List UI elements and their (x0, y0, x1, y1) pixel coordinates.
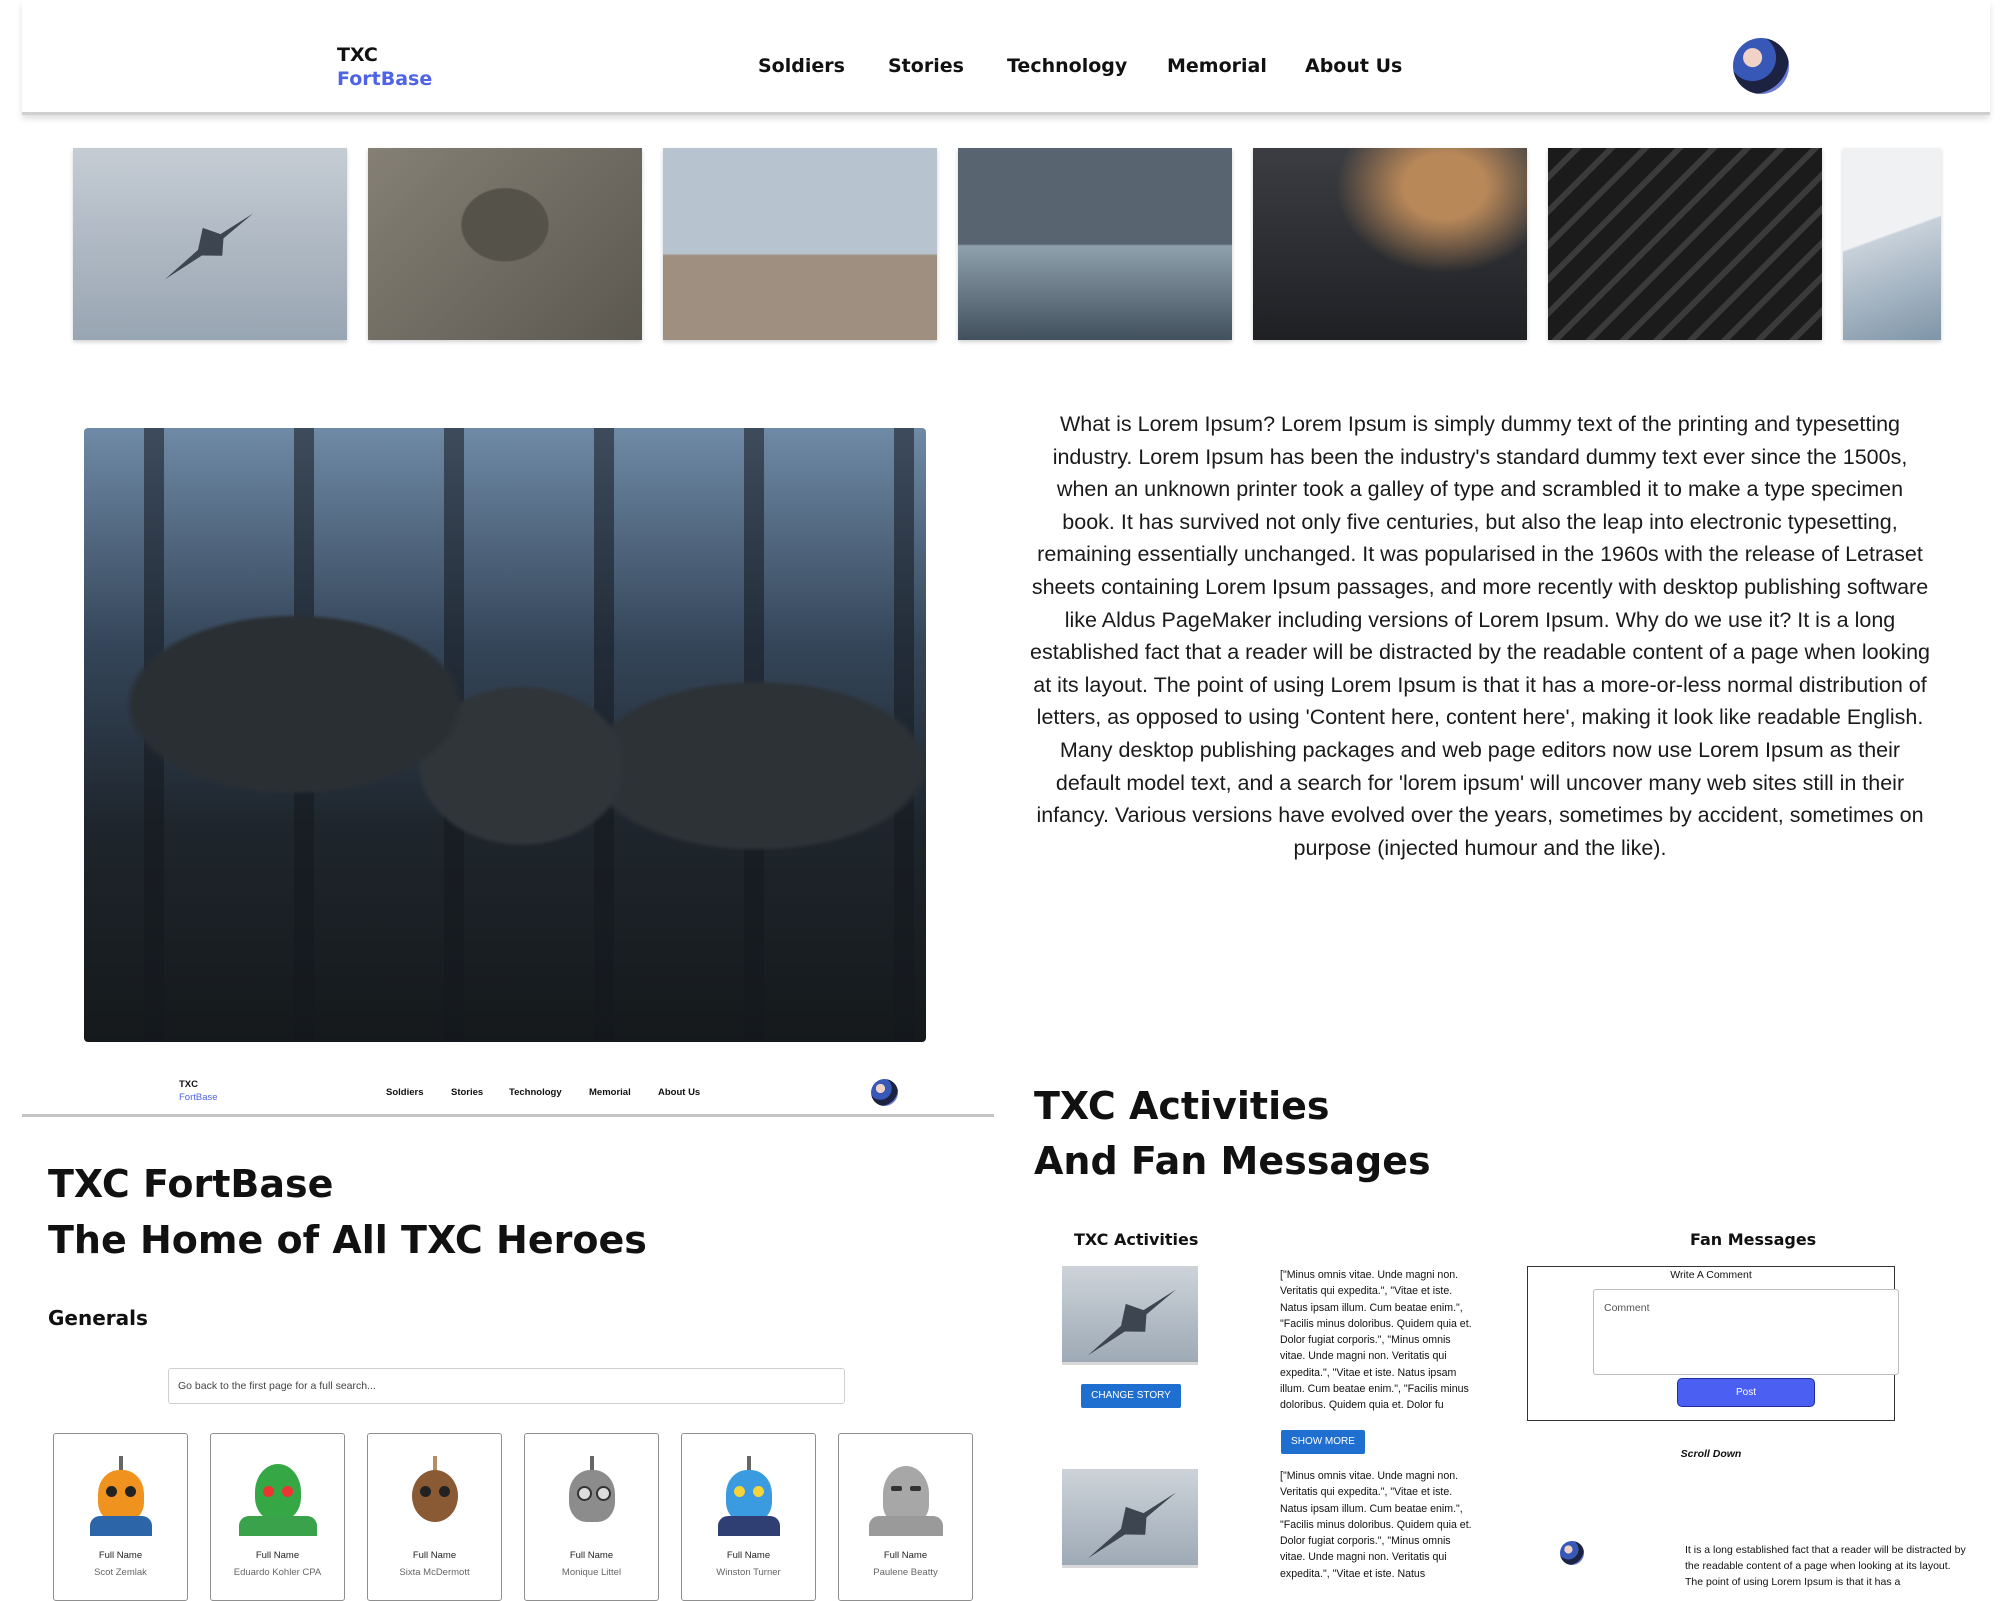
nav-technology[interactable]: Technology (1007, 55, 1127, 77)
general-card[interactable]: Full Name Scot Zemlak (53, 1433, 188, 1601)
activities-column-title: TXC Activities (1074, 1230, 1199, 1249)
card-name: Eduardo Kohler CPA (233, 1567, 322, 1578)
general-card[interactable]: Full Name Monique Littel (524, 1433, 659, 1601)
card-label: Full Name (98, 1550, 143, 1561)
fan-message-text: It is a long established fact that a rea… (1685, 1544, 1966, 1588)
fan-messages-title: Fan Messages (1690, 1230, 1817, 1249)
brand-txc[interactable]: TXC (337, 44, 378, 66)
card-name: Monique Littel (561, 1567, 622, 1578)
change-story-button[interactable]: CHANGE STORY (1081, 1384, 1181, 1408)
general-card[interactable]: Full Name Eduardo Kohler CPA (210, 1433, 345, 1601)
mini-nav-about-us[interactable]: About Us (658, 1087, 700, 1098)
home-title-line1: TXC FortBase (48, 1162, 334, 1206)
search-input[interactable]: Go back to the first page for a full sea… (168, 1368, 845, 1404)
mini-navbar (22, 1072, 994, 1117)
robot-avatar-icon (239, 1456, 317, 1536)
card-label: Full Name (412, 1550, 457, 1561)
activity-story-text: ["Minus omnis vitae. Unde magni non. Ver… (1280, 1470, 1472, 1580)
mini-nav-soldiers[interactable]: Soldiers (386, 1087, 424, 1098)
generals-heading: Generals (48, 1306, 148, 1330)
robot-avatar-icon (90, 1456, 152, 1536)
card-name: Scot Zemlak (94, 1567, 147, 1578)
card-name: Sixta McDermott (399, 1567, 470, 1578)
card-name: Paulene Beatty (873, 1567, 938, 1578)
mini-brand-txc[interactable]: TXC (179, 1079, 198, 1090)
jet-shape (153, 200, 263, 291)
robot-avatar-icon (406, 1456, 464, 1530)
thumbnail-rifle[interactable] (1548, 148, 1822, 340)
nav-stories[interactable]: Stories (888, 55, 964, 77)
message-avatar (1560, 1541, 1584, 1565)
general-card[interactable]: Full Name Winston Turner (681, 1433, 816, 1601)
card-label: Full Name (569, 1550, 614, 1561)
activity-story-text: ["Minus omnis vitae. Unde magni non. Ver… (1280, 1269, 1472, 1412)
mini-nav-stories[interactable]: Stories (451, 1087, 483, 1098)
activities-title-line2: And Fan Messages (1034, 1139, 1431, 1183)
intro-paragraph: What is Lorem Ipsum? Lorem Ipsum is simp… (1030, 412, 1930, 860)
mini-user-avatar[interactable] (871, 1079, 898, 1106)
robot-avatar-icon (718, 1456, 780, 1536)
hero-soldiers-forest-image (84, 428, 926, 1042)
card-label: Full Name (255, 1550, 300, 1561)
scroll-down-hint: Scroll Down (1680, 1448, 1742, 1460)
thumbnail-soldier-skull[interactable] (368, 148, 642, 340)
card-name: Winston Turner (716, 1567, 781, 1578)
jet-shape (1076, 1479, 1186, 1568)
card-label: Full Name (726, 1550, 771, 1561)
write-comment-label: Write A Comment (1670, 1269, 1752, 1281)
thumbnail-divers[interactable] (958, 148, 1232, 340)
thumbnail-flares[interactable] (1843, 148, 1941, 340)
brand-fortbase[interactable]: FortBase (337, 68, 432, 90)
thumbnail-squad[interactable] (1253, 148, 1527, 340)
activity-image (1062, 1469, 1198, 1568)
card-label: Full Name (883, 1550, 928, 1561)
nav-soldiers[interactable]: Soldiers (758, 55, 845, 77)
thumbnail-helicopter[interactable] (663, 148, 937, 340)
comment-textarea[interactable]: Comment (1593, 1289, 1899, 1375)
jet-shape (1076, 1276, 1186, 1365)
show-more-button[interactable]: SHOW MORE (1281, 1430, 1365, 1454)
home-title-line2: The Home of All TXC Heroes (48, 1218, 647, 1262)
mini-nav-memorial[interactable]: Memorial (589, 1087, 631, 1098)
activity-image (1062, 1266, 1198, 1365)
mini-nav-technology[interactable]: Technology (509, 1087, 562, 1098)
thumbnail-jet[interactable] (73, 148, 347, 340)
general-card[interactable]: Full Name Paulene Beatty (838, 1433, 973, 1601)
nav-memorial[interactable]: Memorial (1167, 55, 1267, 77)
general-card[interactable]: Full Name Sixta McDermott (367, 1433, 502, 1601)
post-button[interactable]: Post (1677, 1378, 1815, 1407)
robot-avatar-icon (869, 1456, 943, 1536)
activities-title-line1: TXC Activities (1034, 1084, 1330, 1128)
robot-avatar-icon (563, 1456, 621, 1530)
nav-about-us[interactable]: About Us (1305, 55, 1402, 77)
user-avatar[interactable] (1733, 38, 1789, 94)
mini-brand-fortbase[interactable]: FortBase (179, 1092, 218, 1103)
top-navbar (22, 0, 1990, 115)
